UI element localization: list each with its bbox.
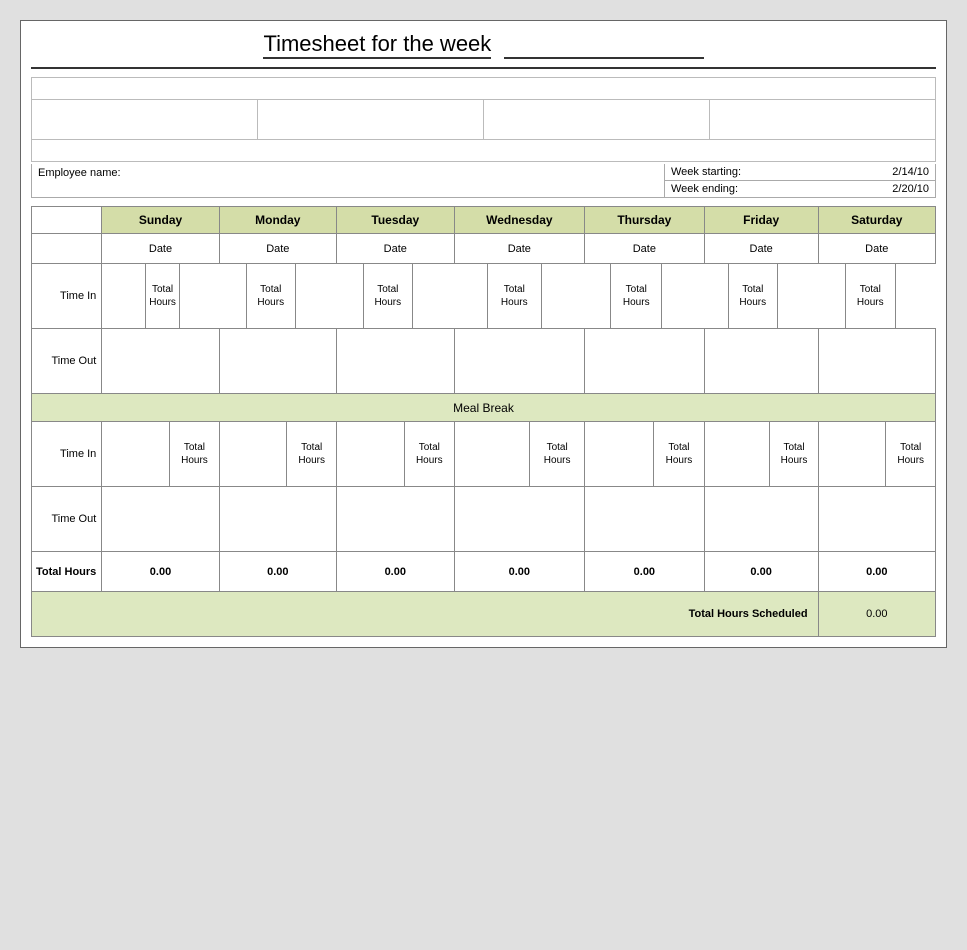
- wednesday-timeout-2: [454, 487, 584, 552]
- thursday-date: Date: [585, 234, 705, 264]
- tuesday-timeout-1: [336, 329, 454, 394]
- friday-timeout-2: [704, 487, 818, 552]
- week-ending-row: Week ending: 2/20/10: [665, 181, 935, 197]
- thursday-header: Thursday: [585, 207, 705, 234]
- tuesday-timeout-2: [336, 487, 454, 552]
- thursday-total: 0.00: [585, 552, 705, 592]
- friday-timein-1: Total Hours: [662, 264, 778, 329]
- monday-timeout-2: [219, 487, 336, 552]
- time-in-row-2: Time In Total Hours Total Hours Total Ho…: [32, 422, 936, 487]
- time-out-row-2: Time Out: [32, 487, 936, 552]
- time-out-label-2: Time Out: [32, 487, 102, 552]
- meal-break-label: Meal Break: [32, 394, 936, 422]
- monday-timeout-1: [219, 329, 336, 394]
- thursday-timein-1: Total Hours: [541, 264, 661, 329]
- tuesday-header: Tuesday: [336, 207, 454, 234]
- sunday-timein-1: Total Hours: [102, 264, 180, 329]
- friday-timeout-1: [704, 329, 818, 394]
- tuesday-date: Date: [336, 234, 454, 264]
- time-in-label-2: Time In: [32, 422, 102, 487]
- tuesday-timein-2: Total Hours: [336, 422, 454, 487]
- monday-header: Monday: [219, 207, 336, 234]
- saturday-header: Saturday: [818, 207, 935, 234]
- thursday-timein-2: Total Hours: [585, 422, 705, 487]
- total-hours-row: Total Hours 0.00 0.00 0.00 0.00 0.00 0.0…: [32, 552, 936, 592]
- friday-total: 0.00: [704, 552, 818, 592]
- thursday-timeout-1: [585, 329, 705, 394]
- page-container: Timesheet for the week Employee name: We…: [20, 20, 947, 648]
- friday-timein-2: Total Hours: [704, 422, 818, 487]
- scheduled-row: Total Hours Scheduled 0.00: [32, 592, 936, 637]
- monday-timein-1: Total Hours: [179, 264, 295, 329]
- scheduled-label: Total Hours Scheduled: [32, 592, 819, 637]
- wednesday-total: 0.00: [454, 552, 584, 592]
- tuesday-timein-1: Total Hours: [295, 264, 412, 329]
- title-section: Timesheet for the week: [31, 31, 936, 69]
- meal-break-row: Meal Break: [32, 394, 936, 422]
- sunday-date: Date: [102, 234, 219, 264]
- saturday-timeout-2: [818, 487, 935, 552]
- employee-bar: Employee name: Week starting: 2/14/10 We…: [31, 164, 936, 198]
- monday-date: Date: [219, 234, 336, 264]
- saturday-date: Date: [818, 234, 935, 264]
- employee-name-section: Employee name:: [32, 164, 665, 197]
- page-title: Timesheet for the week: [31, 31, 936, 59]
- time-out-label-1: Time Out: [32, 329, 102, 394]
- tuesday-total: 0.00: [336, 552, 454, 592]
- total-hours-label: Total Hours: [32, 552, 102, 592]
- saturday-timein-2: Total Hours: [818, 422, 935, 487]
- wednesday-header: Wednesday: [454, 207, 584, 234]
- wednesday-timein-2: Total Hours: [454, 422, 584, 487]
- friday-date: Date: [704, 234, 818, 264]
- week-info-section: Week starting: 2/14/10 Week ending: 2/20…: [665, 164, 935, 197]
- sunday-header: Sunday: [102, 207, 219, 234]
- thursday-timeout-2: [585, 487, 705, 552]
- friday-header: Friday: [704, 207, 818, 234]
- scheduled-value: 0.00: [818, 592, 935, 637]
- monday-timein-2: Total Hours: [219, 422, 336, 487]
- sunday-total: 0.00: [102, 552, 219, 592]
- top-grid: [31, 77, 936, 162]
- saturday-timeout-1: [818, 329, 935, 394]
- time-in-row-1: Time In Total Hours Total Hours: [32, 264, 936, 329]
- saturday-total: 0.00: [818, 552, 935, 592]
- wednesday-timein-1: Total Hours: [413, 264, 542, 329]
- sunday-timeout-2: [102, 487, 219, 552]
- monday-total: 0.00: [219, 552, 336, 592]
- wednesday-date: Date: [454, 234, 584, 264]
- sunday-timeout-1: [102, 329, 219, 394]
- wednesday-timeout-1: [454, 329, 584, 394]
- timesheet-table: Sunday Monday Tuesday Wednesday Thursday…: [31, 206, 936, 637]
- time-in-label-1: Time In: [32, 264, 102, 329]
- time-out-row-1: Time Out: [32, 329, 936, 394]
- day-header-row: Sunday Monday Tuesday Wednesday Thursday…: [32, 207, 936, 234]
- saturday-timein-1: Total Hours: [777, 264, 895, 329]
- date-row: Date Date Date Date Date Date Date: [32, 234, 936, 264]
- week-starting-row: Week starting: 2/14/10: [665, 164, 935, 181]
- sunday-timein-2: Total Hours: [102, 422, 219, 487]
